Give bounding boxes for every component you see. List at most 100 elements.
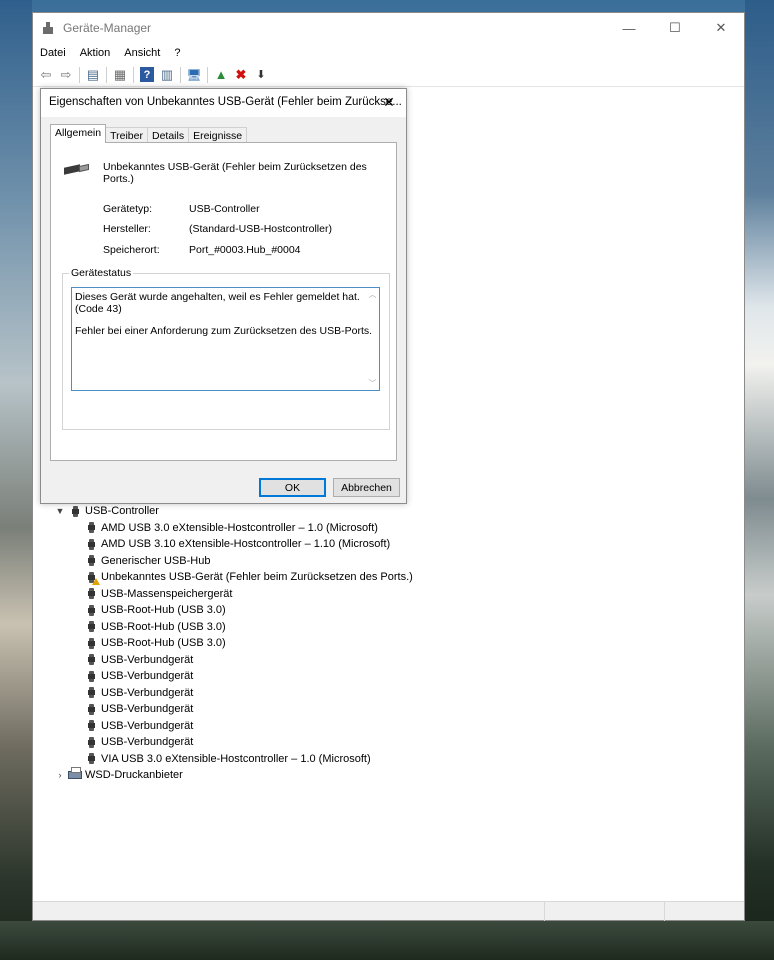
close-button[interactable]: ✕ xyxy=(698,13,744,43)
usb-icon xyxy=(83,570,100,586)
cancel-button[interactable]: Abbrechen xyxy=(333,478,400,497)
tree-node-label: USB-Root-Hub (USB 3.0) xyxy=(101,637,226,650)
dialog-close-button[interactable]: ✕ xyxy=(378,91,400,113)
ok-button[interactable]: OK xyxy=(259,478,326,497)
usb-device-icon xyxy=(64,163,90,175)
desktop-background-right xyxy=(745,0,774,960)
status-line: Dieses Gerät wurde angehalten, weil es F… xyxy=(75,291,360,303)
back-icon[interactable]: ⇦ xyxy=(36,65,56,85)
tree-node-label: USB-Verbundgerät xyxy=(101,653,194,666)
tree-node-usb-device[interactable]: USB-Root-Hub (USB 3.0) xyxy=(53,602,733,619)
maximize-button[interactable]: ☐ xyxy=(652,13,698,43)
usb-icon xyxy=(83,603,99,617)
menu-aktion[interactable]: Aktion xyxy=(73,47,118,59)
uninstall-device-icon[interactable]: ✖ xyxy=(231,65,251,85)
tree-node-usb-device[interactable]: USB-Verbundgerät xyxy=(53,685,733,702)
device-status-textbox[interactable]: Dieses Gerät wurde angehalten, weil es F… xyxy=(71,287,380,391)
status-line: (Code 43) xyxy=(75,302,122,315)
tree-node-label: USB-Root-Hub (USB 3.0) xyxy=(101,604,226,617)
tab-details[interactable]: Details xyxy=(146,127,190,143)
tree-node-usb-device[interactable]: VIA USB 3.0 eXtensible-Hostcontroller – … xyxy=(53,751,733,768)
tree-node-usb-device[interactable]: USB-Verbundgerät xyxy=(53,652,733,669)
tree-node-usb-device[interactable]: USB-Root-Hub (USB 3.0) xyxy=(53,635,733,652)
tree-node-usb-device[interactable]: USB-Verbundgerät xyxy=(53,701,733,718)
tree-node-usb-device[interactable]: USB-Verbundgerät xyxy=(53,718,733,735)
tree-node-label: Generischer USB-Hub xyxy=(101,554,211,567)
toolbar-separator xyxy=(180,66,181,83)
dialog-body: Allgemein Treiber Details Ereignisse Unb… xyxy=(41,117,406,503)
tree-node-usb-device[interactable]: USB-Root-Hub (USB 3.0) xyxy=(53,619,733,636)
usb-icon xyxy=(83,554,99,568)
tree-node-label: USB-Root-Hub (USB 3.0) xyxy=(101,620,226,633)
tree-node-usb-device[interactable]: USB-Verbundgerät xyxy=(53,668,733,685)
scroll-down-icon[interactable]: ﹀ xyxy=(368,378,377,390)
usb-icon xyxy=(83,521,99,535)
tree-node-label: USB-Verbundgerät xyxy=(101,719,194,732)
device-status-legend: Gerätestatus xyxy=(69,267,134,279)
printer-icon xyxy=(67,767,83,782)
minimize-button[interactable]: — xyxy=(606,13,652,43)
tab-treiber[interactable]: Treiber xyxy=(105,127,148,143)
tree-node-usb-device[interactable]: USB-Verbundgerät xyxy=(53,734,733,751)
usb-icon xyxy=(83,719,99,733)
device-type-label: Gerätetyp: xyxy=(103,203,153,215)
tree-node-label: USB-Controller xyxy=(85,505,159,518)
tab-ereignisse[interactable]: Ereignisse xyxy=(188,127,248,143)
manufacturer-value: (Standard-USB-Hostcontroller) xyxy=(189,223,332,235)
device-status-group: Gerätestatus Dieses Gerät wurde angehalt… xyxy=(62,267,390,430)
usb-icon xyxy=(67,504,83,518)
menu-datei[interactable]: Datei xyxy=(33,47,73,59)
tree-node-label: WSD-Druckanbieter xyxy=(85,769,183,782)
forward-icon[interactable]: ⇨ xyxy=(56,65,76,85)
tab-allgemein[interactable]: Allgemein xyxy=(50,124,107,143)
usb-icon xyxy=(83,686,99,700)
enable-device-icon[interactable]: ▲ xyxy=(211,65,231,85)
usb-icon xyxy=(83,620,99,634)
tree-node-label: AMD USB 3.10 eXtensible-Hostcontroller –… xyxy=(101,538,391,551)
properties-dialog: Eigenschaften von Unbekanntes USB-Gerät … xyxy=(40,88,407,504)
usb-icon xyxy=(83,752,99,766)
tree-node-usb-device[interactable]: Generischer USB-Hub xyxy=(53,553,733,570)
tree-node-usb-device[interactable]: AMD USB 3.0 eXtensible-Hostcontroller – … xyxy=(53,520,733,537)
tree-node-usb-controller[interactable]: ▼ USB-Controller xyxy=(53,503,733,520)
usb-icon xyxy=(83,537,99,551)
tree-node-label: USB-Verbundgerät xyxy=(101,703,194,716)
usb-icon xyxy=(83,735,99,749)
status-scrollbar[interactable]: ︿ ﹀ xyxy=(367,289,378,389)
tree-node-wsd[interactable]: › WSD-Druckanbieter xyxy=(53,767,733,784)
device-tree: ▼ USB-Controller AMD USB 3.0 eXtensible-… xyxy=(53,503,733,784)
update-driver-icon[interactable]: ⬇ xyxy=(251,65,271,85)
desktop-background-left xyxy=(0,0,32,960)
device-name: Unbekanntes USB-Gerät (Fehler beim Zurüc… xyxy=(103,161,367,185)
details-view-icon[interactable]: ▥ xyxy=(157,65,177,85)
device-manager-icon xyxy=(41,21,55,35)
dialog-title: Eigenschaften von Unbekanntes USB-Gerät … xyxy=(49,96,402,108)
collapse-chevron-icon[interactable]: › xyxy=(53,770,67,780)
usb-icon xyxy=(83,653,99,667)
tree-node-usb-device[interactable]: AMD USB 3.10 eXtensible-Hostcontroller –… xyxy=(53,536,733,553)
usb-icon xyxy=(83,587,99,601)
tree-node-usb-device[interactable]: Unbekanntes USB-Gerät (Fehler beim Zurüc… xyxy=(53,569,733,586)
tree-node-label: USB-Verbundgerät xyxy=(101,736,194,749)
toolbar-separator xyxy=(106,66,107,83)
menu-ansicht[interactable]: Ansicht xyxy=(117,47,167,59)
menu-bar: Datei Aktion Ansicht ? xyxy=(33,43,187,63)
usb-icon xyxy=(83,669,99,683)
tree-node-usb-device[interactable]: USB-Massenspeichergerät xyxy=(53,586,733,603)
menu-help[interactable]: ? xyxy=(167,47,187,59)
manufacturer-label: Hersteller: xyxy=(103,223,151,235)
toolbar-separator xyxy=(79,66,80,83)
toolbar: ⇦ ⇨ ▤ ▦ ? ▥ 🖥 ▲ ✖ ⬇ xyxy=(33,63,744,87)
warning-icon xyxy=(92,578,100,586)
expand-chevron-icon[interactable]: ▼ xyxy=(53,506,67,516)
tree-view-icon[interactable]: ▦ xyxy=(110,65,130,85)
scroll-up-icon[interactable]: ︿ xyxy=(368,289,377,301)
help-icon[interactable]: ? xyxy=(140,67,154,82)
properties-icon[interactable]: ▤ xyxy=(83,65,103,85)
location-value: Port_#0003.Hub_#0004 xyxy=(189,244,301,256)
window-title: Geräte-Manager xyxy=(63,21,152,35)
general-tab-panel: Unbekanntes USB-Gerät (Fehler beim Zurüc… xyxy=(50,142,397,461)
status-bar xyxy=(33,901,744,921)
status-bar-cell xyxy=(664,902,744,921)
scan-hardware-icon[interactable]: 🖥 xyxy=(184,65,204,85)
